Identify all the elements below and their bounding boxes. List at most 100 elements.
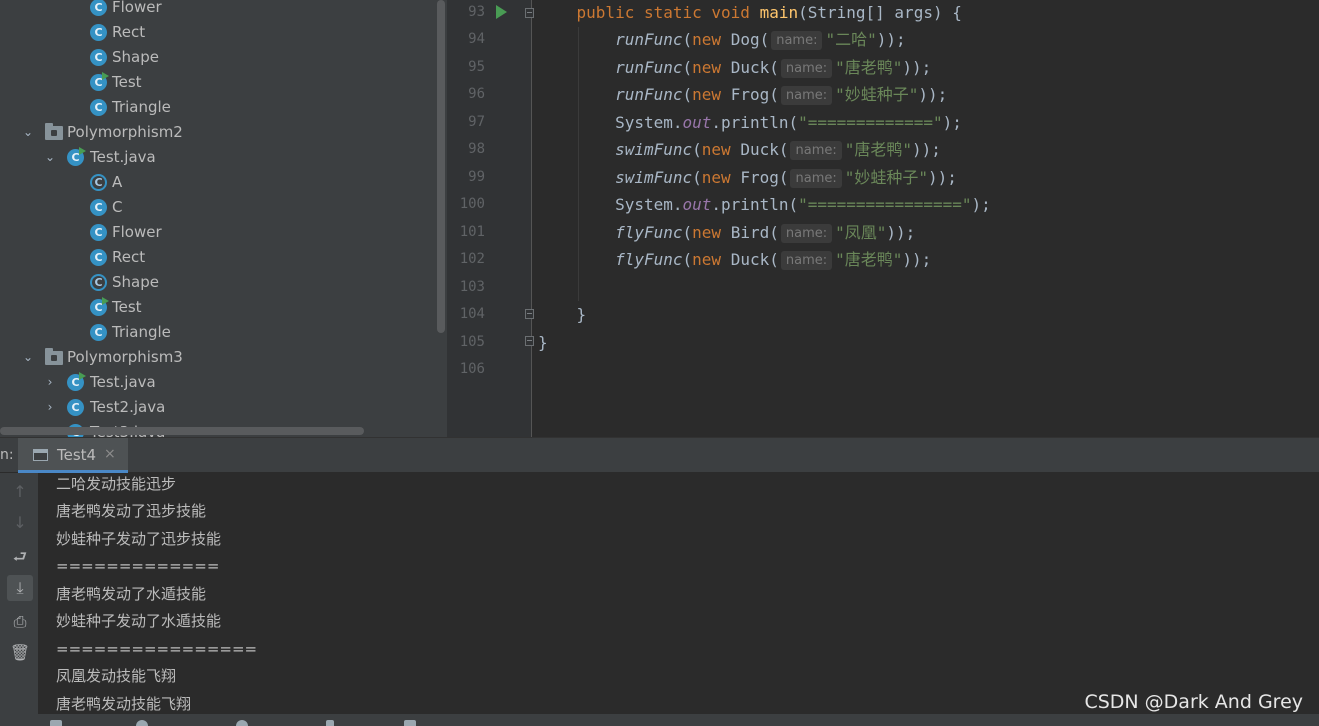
line-number: 93 [468, 4, 485, 20]
tree-item-label: Rect [112, 248, 146, 266]
close-icon[interactable]: × [104, 446, 116, 462]
keyword: new [692, 58, 722, 77]
tool-window-icon[interactable] [326, 720, 334, 726]
tree-item-triangle[interactable]: C Triangle [0, 95, 436, 120]
line-number: 105 [459, 334, 485, 350]
line-number: 95 [468, 59, 485, 75]
tool-window-icon[interactable] [404, 720, 416, 726]
param-hint: name: [780, 224, 833, 243]
line-number: 96 [468, 86, 485, 102]
code-line-93: public static void main(String[] args) { [538, 0, 962, 26]
class-icon: C [90, 249, 107, 266]
runnable-file-icon: C [67, 372, 86, 391]
tree-item-c[interactable]: C C [0, 195, 436, 220]
tree-item-flower[interactable]: C Flower [0, 220, 436, 245]
console-window-icon [33, 449, 48, 461]
code-punct: ); [971, 195, 991, 214]
arrow-down-icon[interactable]: ↓ [7, 510, 33, 536]
file-icon: C [67, 399, 84, 416]
code-editor[interactable]: 93 94 95 96 97 98 99 100 101 102 103 104… [447, 0, 1319, 437]
string-literal: "唐老鸭" [835, 58, 903, 77]
run-gutter-icon[interactable] [496, 5, 507, 19]
keyword: new [692, 223, 722, 242]
tool-window-icon[interactable] [136, 720, 148, 726]
tree-item-rect[interactable]: C Rect [0, 245, 436, 270]
code-line-97: System.out.println("============="); [538, 109, 962, 136]
trash-icon[interactable]: 🗑 [7, 640, 33, 666]
tree-item-test-java[interactable]: ⌄ C Test.java [0, 145, 436, 170]
class-ref: Duck( [730, 58, 779, 77]
console-output[interactable]: 二哈发动技能迅步 唐老鸭发动了迅步技能 妙蛙种子发动了迅步技能 ========… [38, 473, 1319, 714]
closing-brace: } [576, 305, 587, 324]
chevron-right-icon[interactable]: › [41, 395, 59, 420]
tree-item-test2-java[interactable]: › C Test2.java [0, 395, 436, 420]
tree-item-shape[interactable]: C Shape [0, 45, 436, 70]
method-call: flyFunc [615, 250, 683, 269]
package-folder-icon [45, 348, 63, 365]
param-hint: name: [780, 251, 833, 270]
tab-test4[interactable]: Test4 × [18, 438, 128, 473]
code-line-94: runFunc(new Dog(name: "二哈")); [615, 30, 906, 50]
arrow-up-icon[interactable]: ↑ [7, 479, 33, 505]
class-icon: C [90, 0, 107, 16]
tree-item-triangle[interactable]: C Triangle [0, 320, 436, 345]
print-icon[interactable]: ⎙ [7, 609, 33, 635]
class-icon: C [90, 324, 107, 341]
tree-item-label: Polymorphism3 [67, 348, 183, 366]
class-icon: C [90, 49, 107, 66]
runnable-class-icon: C [90, 72, 109, 91]
line-number: 99 [468, 169, 485, 185]
line-number: 98 [468, 141, 485, 157]
fold-marker-icon[interactable] [525, 336, 534, 346]
line-number: 104 [459, 306, 485, 322]
param-hint: name: [790, 169, 842, 188]
tree-item-shape[interactable]: C Shape [0, 270, 436, 295]
tree-item-polymorphism2[interactable]: ⌄ Polymorphism2 [0, 120, 436, 145]
tab-label: Test4 [57, 446, 97, 464]
fold-marker-icon[interactable] [525, 8, 534, 18]
string-literal: "================" [798, 195, 972, 214]
tool-window-icon[interactable] [50, 720, 62, 726]
tree-item-test[interactable]: C Test [0, 70, 436, 95]
closing-brace: } [538, 333, 548, 352]
code-punct: )); [912, 140, 941, 159]
class-ref: Frog( [740, 168, 789, 187]
class-ref: Bird( [730, 223, 779, 242]
scroll-to-end-icon[interactable]: ⤓ [7, 575, 33, 601]
tree-item-label: Rect [112, 23, 146, 41]
method-call: runFunc [615, 30, 683, 49]
horizontal-scrollbar[interactable] [0, 427, 364, 435]
chevron-down-icon[interactable]: ⌄ [41, 145, 59, 170]
runnable-class-icon: C [90, 297, 109, 316]
tree-item-label: A [112, 173, 123, 191]
tree-item-flower[interactable]: C Flower [0, 0, 436, 20]
code-line-104: } [538, 301, 587, 328]
tree-item-test-java[interactable]: › C Test.java [0, 370, 436, 395]
param-hint: name: [780, 86, 833, 105]
tree-item-rect[interactable]: C Rect [0, 20, 436, 45]
code-line-102: flyFunc(new Duck(name: "唐老鸭")); [615, 250, 932, 270]
tree-item-polymorphism3[interactable]: ⌄ Polymorphism3 [0, 345, 436, 370]
scrollbar-thumb[interactable] [437, 0, 445, 333]
string-literal: "=============" [798, 113, 943, 132]
class-icon: C [90, 224, 107, 241]
chevron-down-icon[interactable]: ⌄ [19, 120, 37, 145]
fold-marker-icon[interactable] [525, 309, 534, 319]
method-call: swimFunc [615, 140, 693, 159]
static-field: out [682, 195, 712, 214]
tree-item-label: Triangle [112, 98, 171, 116]
soft-wrap-icon[interactable]: ⮐ [7, 544, 33, 570]
tree-item-label: Flower [112, 223, 162, 241]
chevron-down-icon[interactable]: ⌄ [19, 345, 37, 370]
class-ref: Duck( [740, 140, 789, 159]
vertical-scrollbar[interactable] [436, 0, 447, 437]
tool-window-icon[interactable] [236, 720, 248, 726]
tree-item-test[interactable]: C Test [0, 295, 436, 320]
tree-item-a[interactable]: C A [0, 170, 436, 195]
string-literal: "唐老鸭" [844, 140, 913, 159]
chevron-right-icon[interactable]: › [41, 370, 59, 395]
keyword: new [692, 30, 722, 49]
package-folder-icon [45, 123, 63, 140]
tree-item-label: Test.java [90, 148, 156, 166]
line-number: 102 [459, 251, 485, 267]
